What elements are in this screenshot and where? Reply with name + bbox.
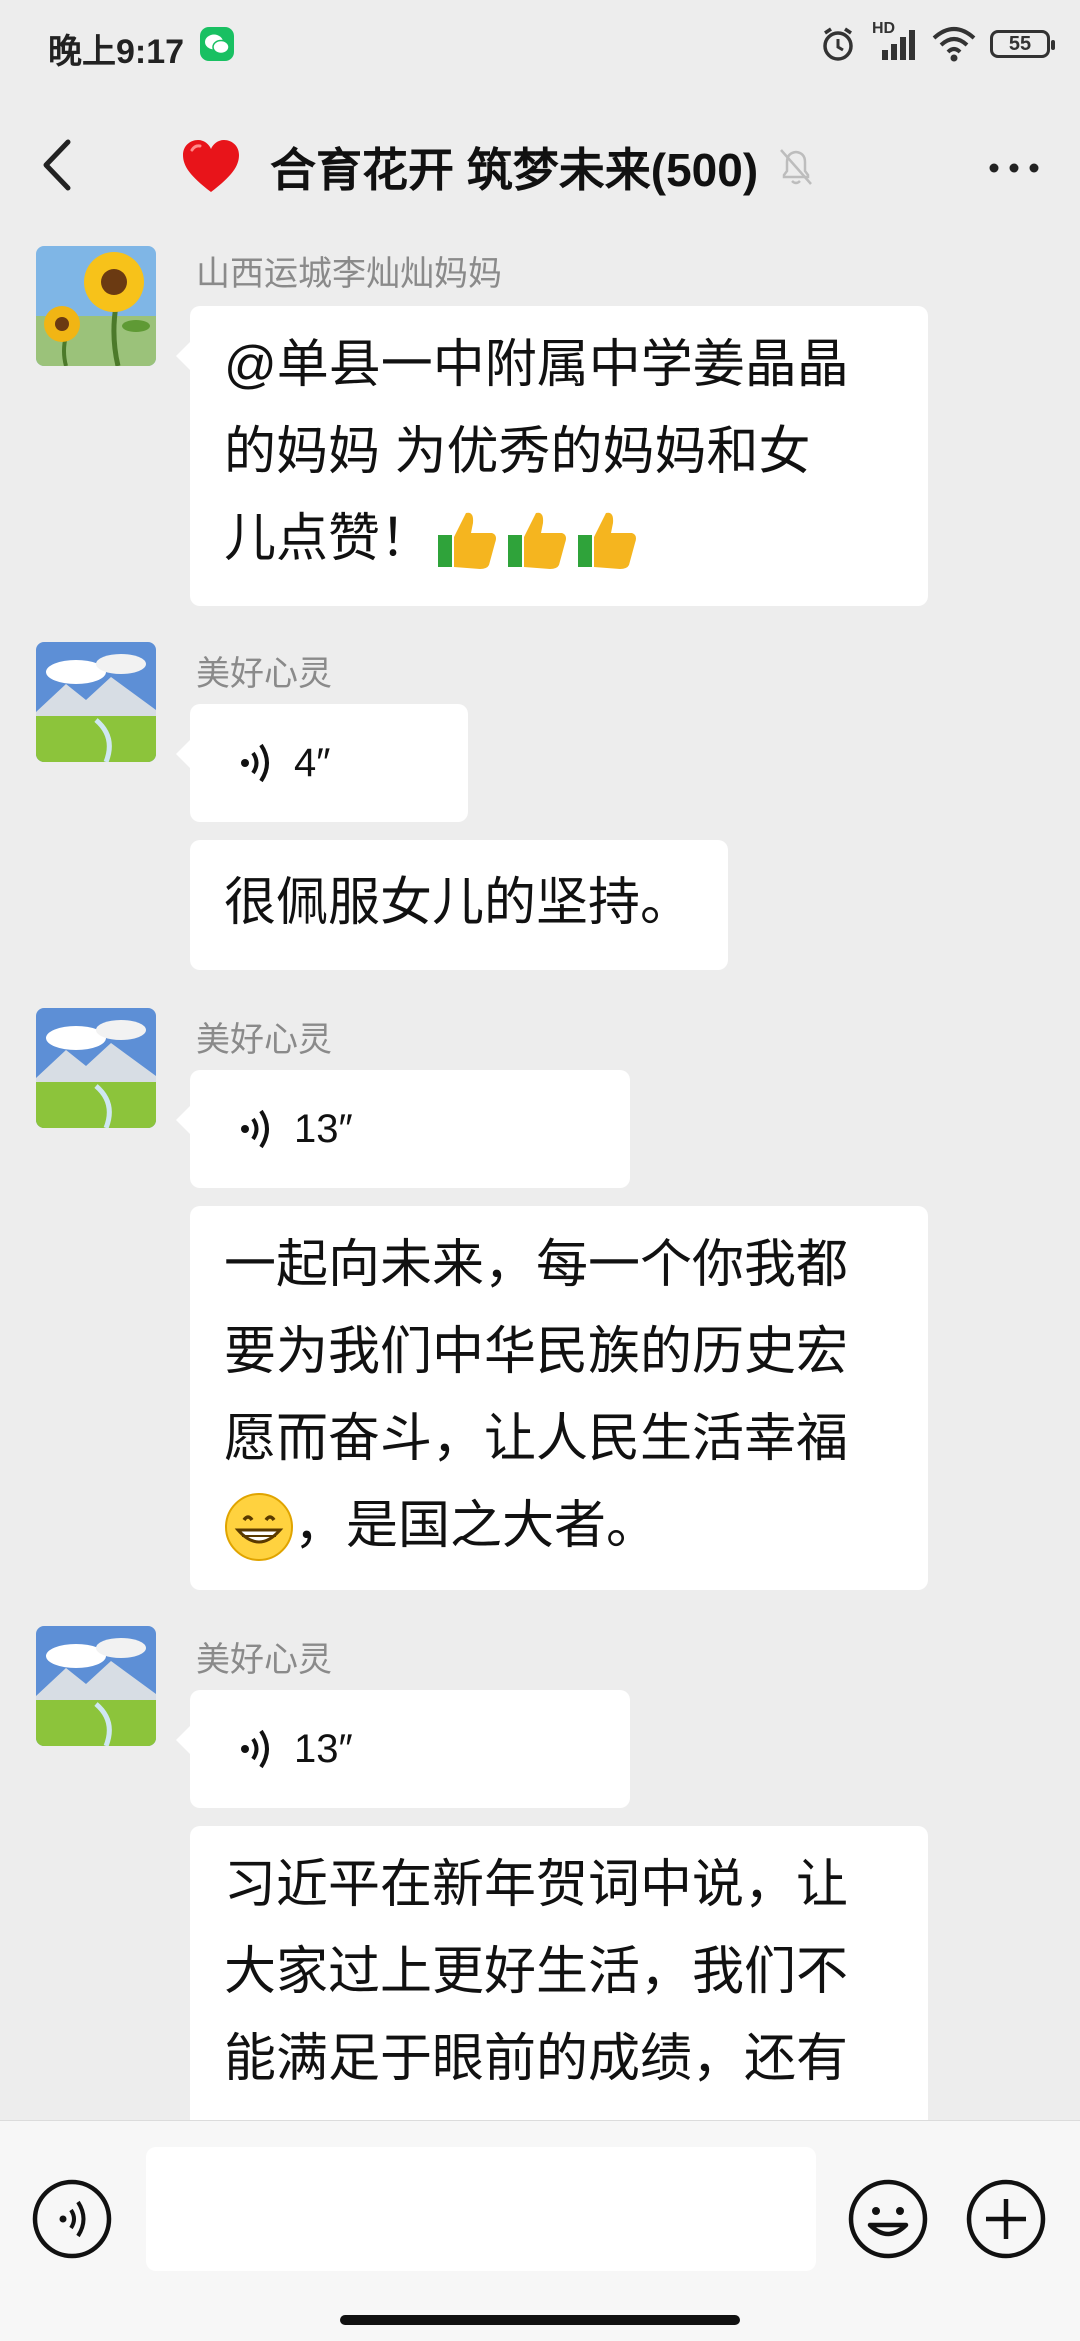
back-arrow-icon [43,139,71,191]
emoji-icon [848,2179,928,2259]
message-text: 习近平在新年贺词中说，让 大家过上更好生活，我们不 能满足于眼前的成绩，还有 [190,1826,928,2120]
landscape-avatar[interactable] [36,1008,156,1128]
message-line-with-emoji: 儿点赞！ [224,496,894,583]
status-bar: 晚上9:17 HD 55 [0,0,1080,90]
voice-message-bubble[interactable]: 13″ [176,1070,630,1188]
message-line: 愿而奋斗，让人民生活幸福 [224,1410,849,1468]
more-button[interactable] [984,148,1044,188]
more-functions-button[interactable] [964,2177,1048,2261]
message-text: 很佩服女儿的坚持。 [224,874,693,932]
thumbs-up-icon [508,512,567,569]
status-time: 晚上9:17 [48,33,185,71]
alarm-icon [823,27,853,61]
message-line: 儿点赞！ [224,510,433,568]
text-message-bubble[interactable]: @单县一中附属中学姜晶晶 的妈妈 为优秀的妈妈和女 儿点赞！ [176,306,928,606]
voice-duration: 13″ [294,1106,353,1151]
grinning-face-icon [225,1492,293,1561]
status-icons: HD 55 [818,20,1055,66]
sunflower-avatar[interactable] [36,246,156,366]
sender-name: 美好心灵 [196,1021,332,1059]
landscape-avatar[interactable] [36,642,156,762]
chat-title-area[interactable]: 合育花开 筑梦未来(500) [180,132,816,202]
message-line-with-emoji: ，是国之大者。 [224,1483,894,1570]
voice-wave-icon [241,1729,269,1769]
chat-message-list[interactable]: 山西运城李灿灿妈妈 @单县一中附属中学姜晶晶 的妈妈 为优秀的妈妈和女 儿点赞！ [0,240,1080,2120]
message-line: 的妈妈 为优秀的妈妈和女 [224,423,811,481]
chat-title: 合育花开 筑梦未来(500) [270,144,759,196]
message-line: @单县一中附属中学姜晶晶 [224,336,849,394]
voice-input-button[interactable] [30,2177,114,2261]
voice-wave-icon [241,743,269,783]
signal-icon: HD [872,20,918,64]
message-text: 一起向未来，每一个你我都 要为我们中华民族的历史宏 愿而奋斗，让人民生活幸福 ，… [190,1206,928,1588]
text-message-bubble[interactable]: 习近平在新年贺词中说，让 大家过上更好生活，我们不 能满足于眼前的成绩，还有 [190,1826,928,2120]
plus-icon [966,2179,1046,2259]
message-text: @单县一中附属中学姜晶晶 的妈妈 为优秀的妈妈和女 儿点赞！ [190,306,928,601]
sender-name: 美好心灵 [196,655,332,693]
message-input-field[interactable] [146,2147,816,2271]
more-icon [989,163,1039,173]
message-line: ，是国之大者。 [294,1497,659,1555]
home-indicator[interactable] [340,2315,740,2325]
red-heart-icon [183,140,239,192]
thumbs-up-icon [578,512,637,569]
voice-duration: 4″ [294,740,331,785]
message-line: 习近平在新年贺词中说，让 [224,1856,849,1914]
wechat-icon [200,27,234,61]
battery-level: 55 [1008,32,1032,55]
voice-duration: 13″ [294,1726,353,1771]
message-line: 一起向未来，每一个你我都 [224,1236,849,1294]
sender-name: 美好心灵 [196,1641,332,1679]
thumbs-up-icon [438,512,497,569]
wifi-icon [932,27,976,62]
emoji-button[interactable] [846,2177,930,2261]
voice-message-bubble[interactable]: 13″ [176,1690,630,1808]
battery-icon: 55 [990,30,1055,58]
voice-message-bubble[interactable]: 4″ [176,704,468,822]
text-message-bubble[interactable]: 一起向未来，每一个你我都 要为我们中华民族的历史宏 愿而奋斗，让人民生活幸福 ，… [190,1206,928,1590]
mute-bell-icon [780,149,813,185]
landscape-avatar[interactable] [36,1626,156,1746]
message-line: 能满足于眼前的成绩，还有 [224,2030,849,2088]
message-input-bar [0,2120,1080,2341]
voice-input-icon [32,2179,112,2259]
message-line: 大家过上更好生活，我们不 [224,1943,849,2001]
voice-wave-icon [241,1109,269,1149]
chat-header: 合育花开 筑梦未来(500) [0,90,1080,240]
sender-name: 山西运城李灿灿妈妈 [196,255,502,293]
message-line: 要为我们中华民族的历史宏 [224,1323,849,1381]
text-message-bubble[interactable]: 很佩服女儿的坚持。 [190,840,728,970]
back-button[interactable] [30,130,90,200]
